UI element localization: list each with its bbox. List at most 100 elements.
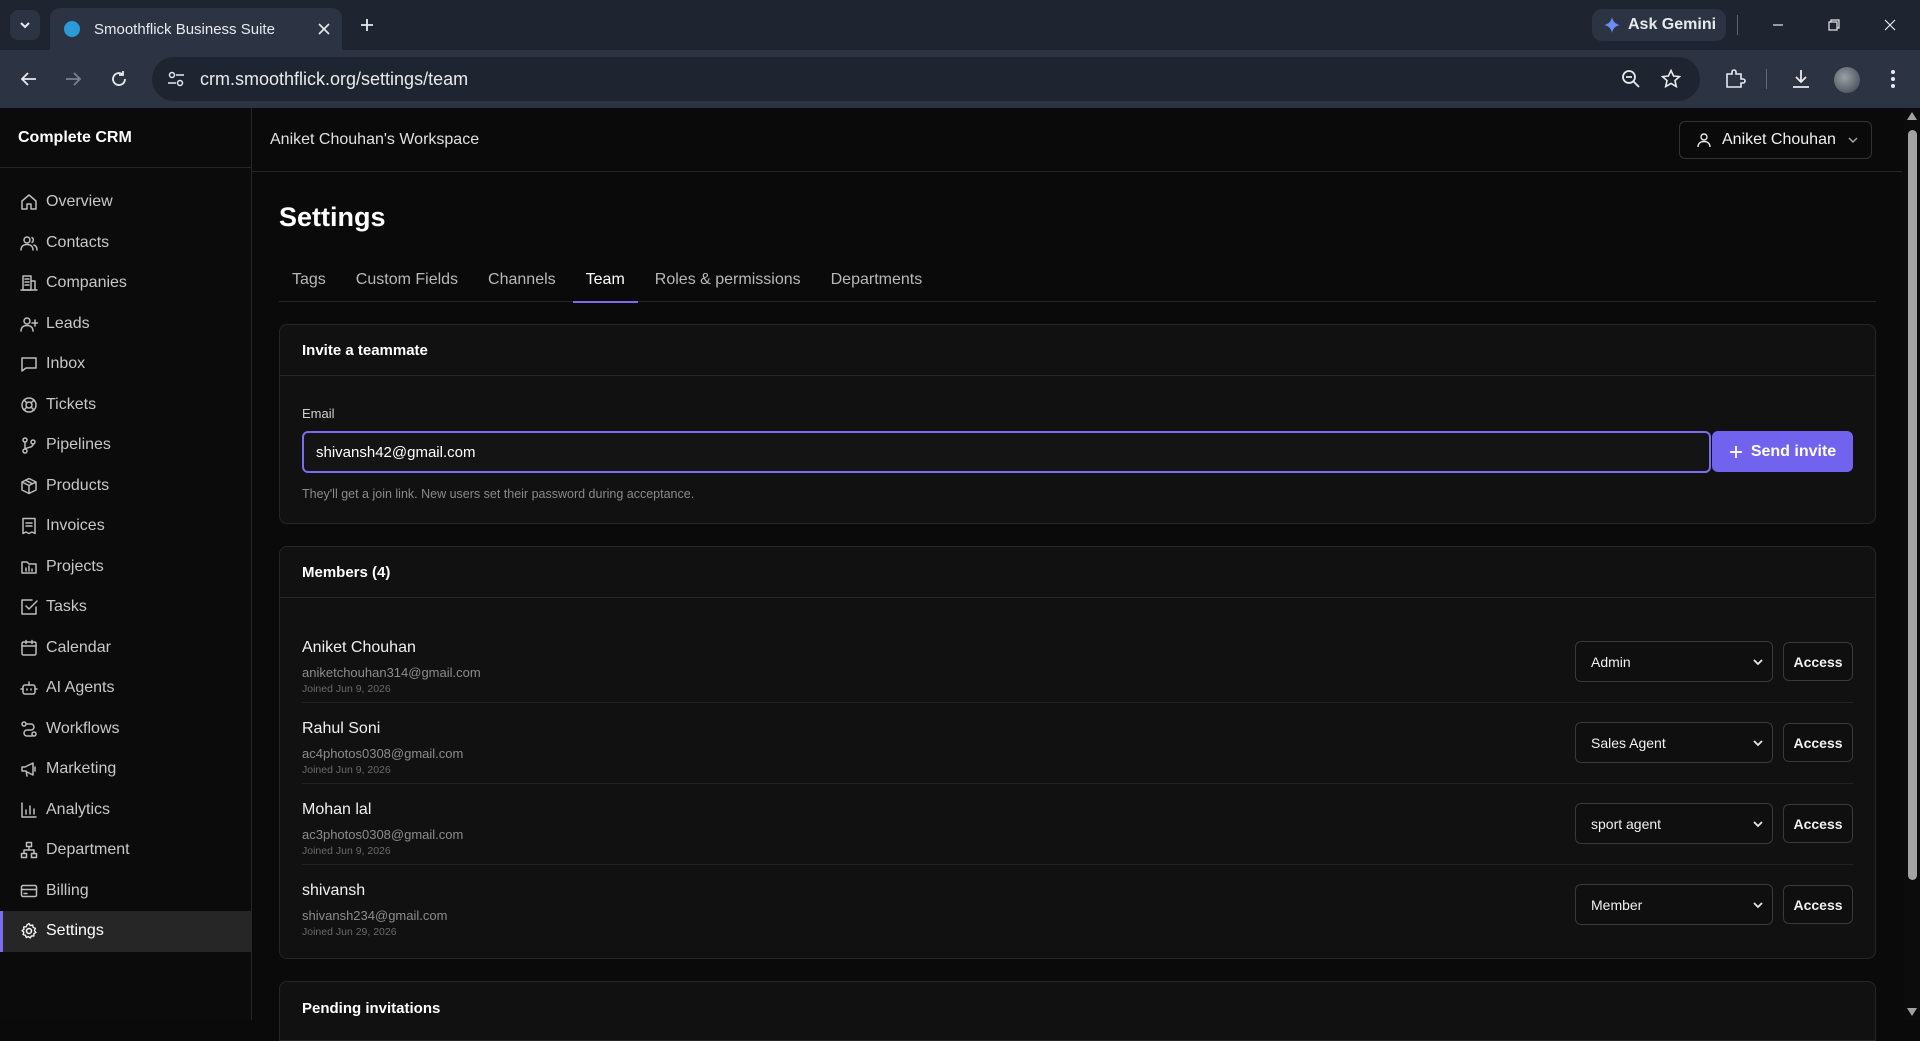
role-select[interactable]: Member <box>1575 884 1773 925</box>
user-plus-icon <box>20 315 38 333</box>
profile-avatar[interactable] <box>1834 67 1860 93</box>
bookmark-button[interactable] <box>1660 68 1682 90</box>
ask-gemini-button[interactable]: Ask Gemini <box>1592 9 1726 41</box>
address-bar[interactable]: crm.smoothflick.org/settings/team <box>152 57 1700 101</box>
message-icon <box>20 355 38 373</box>
sidebar-item-label: Marketing <box>46 760 117 778</box>
plus-icon <box>361 19 373 31</box>
sidebar-item-marketing[interactable]: Marketing <box>0 749 251 790</box>
downloads-button[interactable] <box>1790 68 1812 90</box>
access-button[interactable]: Access <box>1783 723 1853 762</box>
sidebar-item-leads[interactable]: Leads <box>0 304 251 345</box>
divider <box>1737 15 1738 35</box>
minimize-button[interactable] <box>1750 0 1806 50</box>
chevron-down-icon <box>1753 821 1763 828</box>
restore-button[interactable] <box>1806 0 1862 50</box>
members-list: Aniket Chouhan aniketchouhan314@gmail.co… <box>280 598 1875 958</box>
email-field[interactable] <box>302 431 1711 473</box>
scroll-thumb[interactable] <box>1908 130 1917 880</box>
sidebar-item-ai-agents[interactable]: AI Agents <box>0 668 251 709</box>
user-menu-button[interactable]: Aniket Chouhan <box>1679 121 1872 159</box>
send-invite-button[interactable]: Send invite <box>1712 431 1853 472</box>
scroll-up-arrow[interactable] <box>1907 112 1917 120</box>
sidebar-item-label: Tasks <box>46 598 87 616</box>
sidebar-item-label: Pipelines <box>46 436 111 454</box>
tab-channels[interactable]: Channels <box>475 257 569 302</box>
browser-menu-button[interactable] <box>1882 68 1904 90</box>
sidebar-item-calendar[interactable]: Calendar <box>0 628 251 669</box>
sidebar-item-billing[interactable]: Billing <box>0 871 251 912</box>
chevron-down-icon <box>1753 659 1763 666</box>
member-row: Aniket Chouhan aniketchouhan314@gmail.co… <box>302 622 1853 703</box>
settings-tabs: Tags Custom Fields Channels Team Roles & per… <box>279 257 1876 303</box>
sidebar-item-analytics[interactable]: Analytics <box>0 790 251 831</box>
access-button[interactable]: Access <box>1783 885 1853 924</box>
member-name: shivansh <box>302 882 366 899</box>
sidebar-item-tasks[interactable]: Tasks <box>0 587 251 628</box>
brand-name: Complete CRM <box>0 108 251 168</box>
role-select[interactable]: sport agent <box>1575 803 1773 844</box>
close-icon[interactable] <box>318 23 330 35</box>
browser-tab[interactable]: Smoothflick Business Suite <box>50 8 342 50</box>
sidebar-item-overview[interactable]: Overview <box>0 182 251 223</box>
member-name: Rahul Soni <box>302 720 381 737</box>
role-select[interactable]: Admin <box>1575 641 1773 682</box>
git-branch-icon <box>20 436 38 454</box>
user-icon <box>1697 133 1711 148</box>
home-icon <box>20 193 38 211</box>
tab-tags[interactable]: Tags <box>279 257 339 302</box>
sidebar-item-pipelines[interactable]: Pipelines <box>0 425 251 466</box>
tab-search-button[interactable] <box>10 10 40 40</box>
member-name: Aniket Chouhan <box>302 639 416 656</box>
building-icon <box>20 274 38 292</box>
back-button[interactable] <box>14 64 44 94</box>
site-settings-icon[interactable] <box>166 69 186 89</box>
sidebar: Complete CRM Overview Contacts Companies Le… <box>0 108 252 1020</box>
sidebar-item-tickets[interactable]: Tickets <box>0 385 251 426</box>
extensions-button[interactable] <box>1724 68 1746 90</box>
tab-departments[interactable]: Departments <box>818 257 936 302</box>
role-select[interactable]: Sales Agent <box>1575 722 1773 763</box>
access-button[interactable]: Access <box>1783 642 1853 681</box>
sidebar-item-workflows[interactable]: Workflows <box>0 709 251 750</box>
arrow-left-icon <box>20 72 36 86</box>
favicon-icon <box>64 21 80 37</box>
browser-toolbar: crm.smoothflick.org/settings/team <box>0 50 1920 108</box>
sidebar-item-department[interactable]: Department <box>0 830 251 871</box>
sidebar-item-label: Tickets <box>46 395 97 413</box>
sidebar-item-inbox[interactable]: Inbox <box>0 344 251 385</box>
zoom-out-icon <box>1622 70 1640 88</box>
forward-button[interactable] <box>58 64 88 94</box>
tab-custom-fields[interactable]: Custom Fields <box>343 257 471 302</box>
sidebar-item-contacts[interactable]: Contacts <box>0 223 251 264</box>
sidebar-item-projects[interactable]: Projects <box>0 547 251 588</box>
sidebar-item-products[interactable]: Products <box>0 466 251 507</box>
page-title: Settings <box>279 202 386 232</box>
sidebar-item-label: Products <box>46 476 110 494</box>
more-vertical-icon <box>1891 70 1895 88</box>
receipt-icon <box>20 517 38 535</box>
minimize-icon <box>1773 24 1783 26</box>
tab-team[interactable]: Team <box>572 257 638 303</box>
new-tab-button[interactable] <box>352 10 382 40</box>
zoom-button[interactable] <box>1620 68 1642 90</box>
sidebar-item-label: Projects <box>46 557 104 575</box>
page-scrollbar[interactable] <box>1904 108 1920 1020</box>
sidebar-item-label: Contacts <box>46 233 110 251</box>
tab-roles-permissions[interactable]: Roles & permissions <box>642 257 814 302</box>
reload-button[interactable] <box>104 64 134 94</box>
access-button[interactable]: Access <box>1783 804 1853 843</box>
role-select-value: Member <box>1591 896 1643 913</box>
close-window-button[interactable] <box>1862 0 1918 50</box>
sidebar-item-label: Inbox <box>46 355 86 373</box>
sidebar-item-invoices[interactable]: Invoices <box>0 506 251 547</box>
role-select-value: Admin <box>1591 653 1631 670</box>
sidebar-item-companies[interactable]: Companies <box>0 263 251 304</box>
sidebar-item-settings[interactable]: Settings <box>0 911 251 952</box>
gear-icon <box>20 922 38 940</box>
member-email: shivansh234@gmail.com <box>302 908 448 923</box>
sidebar-item-label: Companies <box>46 274 127 292</box>
member-email: ac3photos0308@gmail.com <box>302 827 464 842</box>
scroll-down-arrow[interactable] <box>1907 1008 1917 1016</box>
topbar: Aniket Chouhan's Workspace Aniket Chouha… <box>252 108 1902 172</box>
